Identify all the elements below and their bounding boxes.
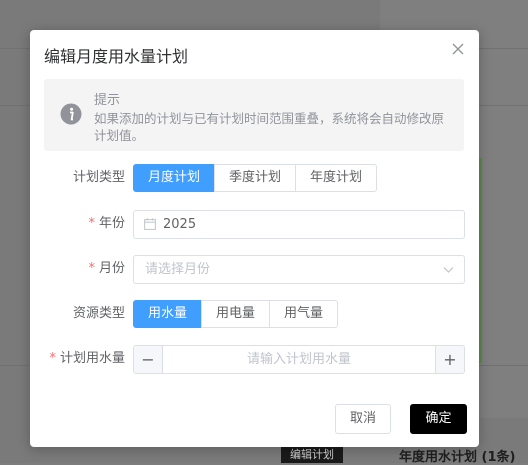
dialog-title: 编辑月度用水量计划 — [44, 47, 189, 66]
planned-water-input[interactable]: 请输入计划用水量 — [163, 346, 435, 373]
confirm-button[interactable]: 确定 — [410, 404, 467, 434]
background-edit-plan-button: 编辑计划 — [281, 447, 343, 463]
background-plan-title: 年度用水计划 (1条) — [399, 450, 516, 465]
alert-title: 提示 — [94, 93, 121, 108]
resource-type-label: 资源类型 — [72, 306, 125, 321]
info-icon — [60, 103, 82, 125]
alert-description: 如果添加的计划与已有计划时间范围重叠，系统将会自动修改原计划值。 — [94, 111, 445, 143]
plan-type-label: 计划类型 — [72, 170, 125, 185]
edit-plan-dialog: 编辑月度用水量计划 提示 如果添加的计划与已有计划时间范围重叠，系统将会自动修改… — [30, 30, 479, 447]
plan-type-radio-group: 月度计划 季度计划 年度计划 — [133, 164, 378, 192]
cancel-button[interactable]: 取消 — [335, 404, 391, 434]
year-picker[interactable]: 2025 — [133, 210, 465, 239]
month-label: * 月份 — [88, 261, 125, 276]
plan-type-monthly-button[interactable]: 月度计划 — [133, 164, 216, 192]
resource-gas-button[interactable]: 用气量 — [269, 300, 339, 328]
plan-type-yearly-button[interactable]: 年度计划 — [295, 164, 378, 192]
planned-water-stepper: − 请输入计划用水量 + — [133, 345, 465, 374]
month-select[interactable]: 请选择月份 — [133, 255, 465, 284]
resource-water-button[interactable]: 用水量 — [133, 300, 203, 328]
background-green-bar — [479, 158, 482, 363]
info-alert: 提示 如果添加的计划与已有计划时间范围重叠，系统将会自动修改原计划值。 — [44, 79, 464, 151]
year-label: * 年份 — [88, 216, 125, 231]
month-placeholder: 请选择月份 — [145, 262, 211, 277]
resource-type-radio-group: 用水量 用电量 用气量 — [133, 300, 339, 328]
resource-electricity-button[interactable]: 用电量 — [201, 300, 271, 328]
plan-type-quarterly-button[interactable]: 季度计划 — [214, 164, 297, 192]
calendar-icon — [144, 218, 156, 230]
decrement-button[interactable]: − — [134, 346, 163, 373]
increment-button[interactable]: + — [435, 346, 464, 373]
planned-water-label: * 计划用水量 — [49, 351, 125, 366]
year-value: 2025 — [163, 217, 197, 232]
close-icon[interactable] — [451, 42, 465, 56]
chevron-down-icon — [443, 267, 454, 273]
